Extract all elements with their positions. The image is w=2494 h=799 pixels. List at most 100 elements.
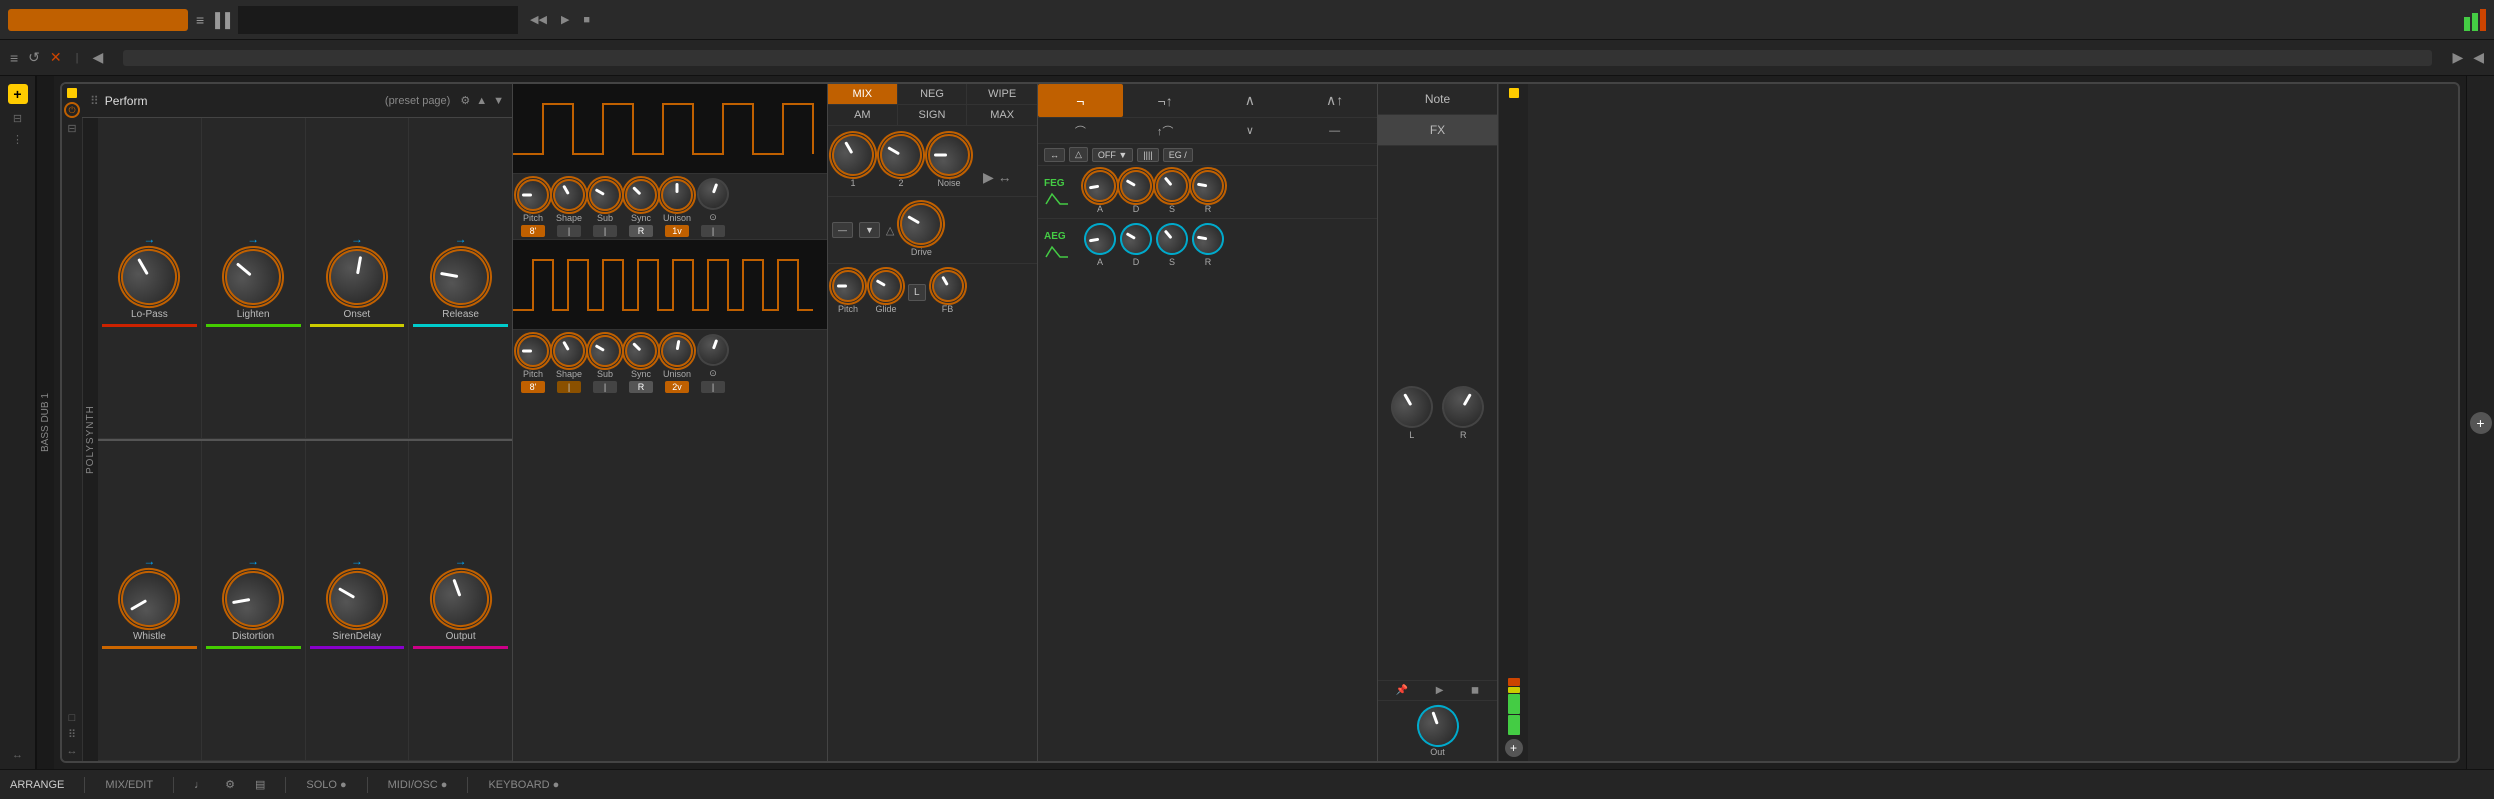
settings-icon[interactable]: ⚙: [460, 94, 470, 107]
osc2-mix-knob[interactable]: [872, 126, 929, 183]
env-button[interactable]: ▼: [859, 222, 880, 238]
osc1-mix-knob[interactable]: [824, 126, 881, 183]
ring-mod-button[interactable]: ▶ ↔: [978, 167, 1017, 188]
aeg-a-knob[interactable]: [1081, 220, 1118, 257]
pitch-knob[interactable]: [832, 270, 864, 302]
right-add-button[interactable]: +: [1505, 739, 1523, 757]
nav-right2-icon[interactable]: ◀: [2473, 49, 2484, 66]
glide-knob[interactable]: [864, 264, 908, 308]
add-instrument-button[interactable]: +: [2470, 412, 2492, 434]
onset-knob[interactable]: [324, 244, 389, 309]
release-knob[interactable]: [428, 244, 493, 309]
sign-button[interactable]: SIGN: [898, 105, 968, 125]
wave-btn-curve[interactable]: ⌒: [1038, 118, 1123, 143]
note-button[interactable]: Note: [1378, 84, 1497, 115]
onset-arrow[interactable]: →: [343, 233, 371, 245]
lfo-arrows-btn[interactable]: ↔: [1044, 148, 1065, 162]
glide-mode-button[interactable]: L: [908, 284, 926, 301]
distortion-knob[interactable]: [221, 567, 286, 632]
scroll-bar[interactable]: [123, 50, 2432, 66]
max-button[interactable]: MAX: [967, 105, 1037, 125]
osc1-unison-knob[interactable]: [661, 179, 693, 211]
fb-knob[interactable]: [926, 264, 970, 308]
lopass-arrow[interactable]: →: [135, 233, 163, 245]
sirendelay-knob[interactable]: [319, 561, 395, 637]
osc1-link-value[interactable]: |: [701, 225, 725, 237]
lfo-eg-btn[interactable]: EG /: [1163, 148, 1193, 162]
fx-button[interactable]: FX: [1378, 115, 1497, 146]
drive-knob[interactable]: [893, 195, 950, 252]
arrows-icon[interactable]: ↔: [67, 745, 78, 757]
mix-button[interactable]: MIX: [828, 84, 898, 104]
power-button[interactable]: ⏻: [64, 102, 80, 118]
nav-down-icon[interactable]: ▼: [493, 95, 504, 107]
lfo-tri-btn[interactable]: △: [1069, 147, 1088, 162]
release-arrow[interactable]: →: [447, 233, 475, 245]
osc2-sub-value[interactable]: |: [593, 381, 617, 393]
stop-icon[interactable]: ◼: [1471, 685, 1479, 696]
pan-l-knob[interactable]: [1383, 378, 1440, 435]
osc2-link-value[interactable]: |: [701, 381, 725, 393]
output-arrow[interactable]: →: [447, 555, 475, 567]
osc1-pitch-knob[interactable]: [517, 179, 549, 211]
collapse-icon[interactable]: ⊟: [13, 112, 22, 125]
osc1-sync-knob[interactable]: [618, 172, 663, 217]
wipe-button[interactable]: WIPE: [967, 84, 1037, 104]
osc2-shape-value[interactable]: |: [557, 381, 581, 393]
whistle-arrow[interactable]: →: [135, 555, 163, 567]
wave-btn-tri[interactable]: ∧: [1208, 84, 1293, 117]
close-icon[interactable]: ✕: [50, 49, 62, 66]
dash-button[interactable]: —: [832, 222, 853, 238]
wave-btn-tri2[interactable]: ∧↑: [1292, 84, 1377, 117]
lopass-knob[interactable]: [111, 239, 187, 315]
feg-s-knob[interactable]: [1149, 163, 1194, 208]
undo-icon[interactable]: ↺: [28, 49, 40, 66]
feg-r-knob[interactable]: [1189, 167, 1226, 204]
distortion-arrow[interactable]: →: [239, 555, 267, 567]
wave-btn-sine[interactable]: ∨: [1208, 118, 1293, 143]
osc1-link-knob[interactable]: [692, 173, 733, 214]
midi-osc-label[interactable]: MIDI/OSC ●: [388, 779, 448, 791]
lighten-arrow[interactable]: →: [239, 233, 267, 245]
whistle-knob[interactable]: [111, 561, 187, 637]
wave-btn-decay[interactable]: ¬: [1038, 84, 1123, 117]
play-icon[interactable]: ▶: [1436, 685, 1444, 696]
arrow-icon[interactable]: ↔: [12, 749, 23, 761]
am-button[interactable]: AM: [828, 105, 898, 125]
feg-a-knob[interactable]: [1081, 167, 1118, 204]
folder-icon[interactable]: ⊟: [67, 122, 76, 135]
aeg-d-knob[interactable]: [1114, 217, 1158, 261]
sirendelay-arrow[interactable]: →: [343, 555, 371, 567]
lfo-beats-btn[interactable]: ||||: [1137, 148, 1158, 162]
out-knob[interactable]: [1411, 699, 1465, 753]
gear-icon[interactable]: ⚙: [225, 778, 235, 791]
lfo-off-btn[interactable]: OFF ▼: [1092, 148, 1133, 162]
keyboard-label[interactable]: KEYBOARD ●: [488, 779, 559, 791]
osc2-shape-knob[interactable]: [547, 329, 591, 373]
dots-icon[interactable]: ⠿: [68, 728, 76, 741]
osc1-sub-knob[interactable]: [583, 173, 627, 217]
osc2-pitch-value[interactable]: 8': [521, 381, 545, 393]
wave-btn-flat[interactable]: —: [1292, 118, 1377, 143]
osc1-unison-value[interactable]: 1v: [665, 225, 689, 237]
noise-mix-knob[interactable]: [928, 134, 970, 176]
menu-icon[interactable]: ≡: [196, 12, 204, 28]
add-track-button[interactable]: +: [8, 84, 28, 104]
aeg-r-knob[interactable]: [1189, 220, 1226, 257]
neg-button[interactable]: NEG: [898, 84, 968, 104]
osc1-pitch-value[interactable]: 8': [521, 225, 545, 237]
nav-right-icon[interactable]: ▶: [2452, 49, 2463, 66]
output-knob[interactable]: [425, 563, 497, 635]
osc1-shape-knob[interactable]: [547, 173, 591, 217]
lighten-knob[interactable]: [214, 237, 293, 316]
list-icon[interactable]: ≡: [10, 50, 18, 66]
osc2-pitch-knob[interactable]: [517, 335, 549, 367]
grid-icon[interactable]: ▤: [255, 778, 265, 791]
solo-label[interactable]: SOLO ●: [306, 779, 346, 791]
osc2-link-knob[interactable]: [692, 329, 733, 370]
osc1-shape-value[interactable]: |: [557, 225, 581, 237]
nav-left-icon[interactable]: ◀: [93, 49, 104, 66]
aeg-s-knob[interactable]: [1149, 216, 1194, 261]
osc2-unison-knob[interactable]: [658, 332, 695, 369]
square-icon[interactable]: □: [69, 712, 76, 724]
